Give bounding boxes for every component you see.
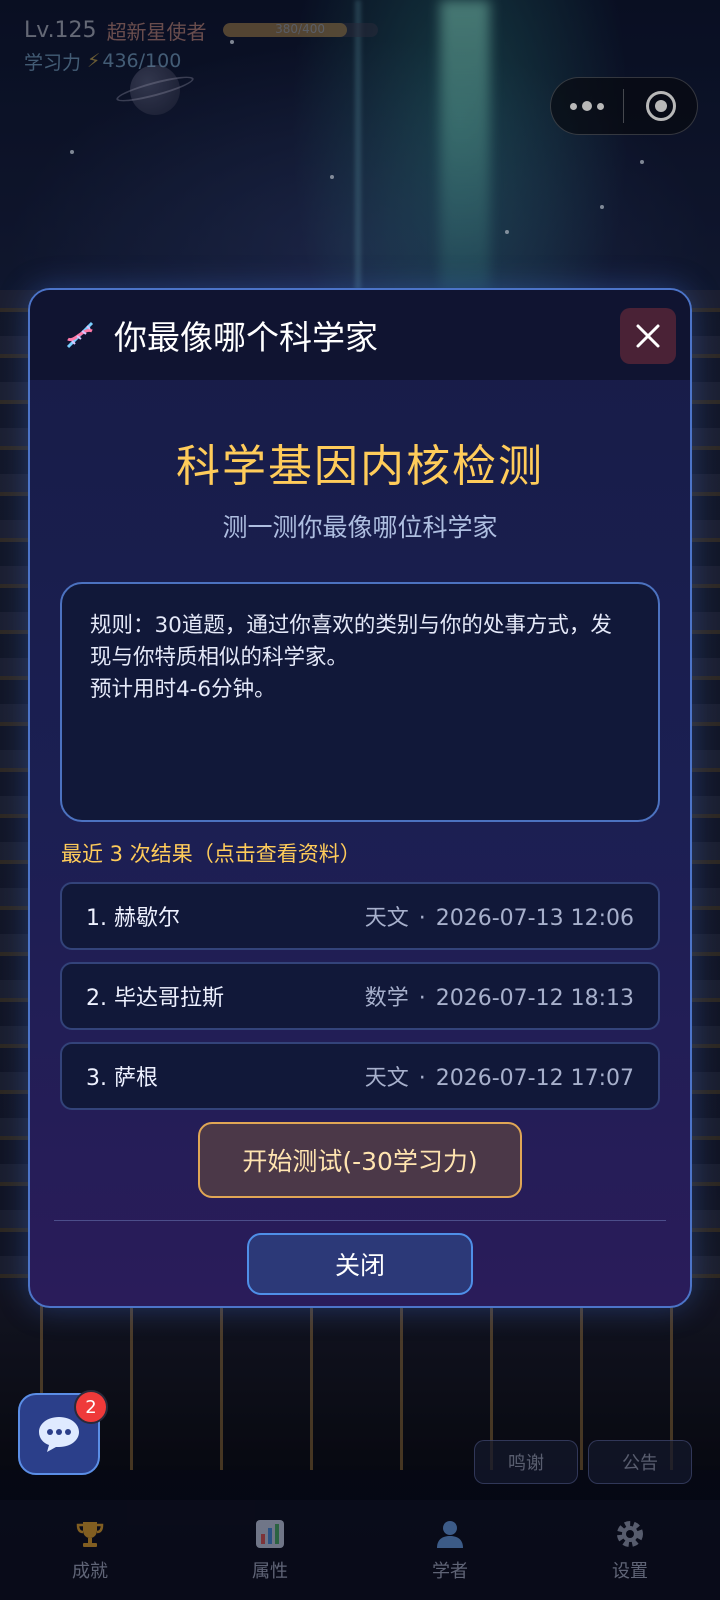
rules-box: 规则：30道题，通过你喜欢的类别与你的处事方式，发现与你特质相似的科学家。 预计… [60,582,660,822]
nav-item-attributes[interactable]: 属性 [180,1500,360,1600]
result-scientist-name: 1. 赫歇尔 [86,906,180,931]
unread-badge: 2 [74,1390,108,1424]
dialog-header: 你最像哪个科学家 [30,290,690,380]
close-button[interactable]: 关闭 [247,1233,473,1295]
rules-duration: 预计用时4-6分钟。 [90,677,276,702]
dialog-title: 你最像哪个科学家 [114,318,378,357]
dna-icon [66,321,94,349]
person-icon [433,1517,467,1551]
quiz-subheading: 测一测你最像哪位科学家 [222,513,498,542]
result-meta: 天文 · 2026-07-13 12:06 [364,906,634,931]
rules-text: 规则：30道题，通过你喜欢的类别与你的处事方式，发现与你特质相似的科学家。 [90,613,612,670]
nav-item-scholars[interactable]: 学者 [360,1500,540,1600]
gear-icon [613,1517,647,1551]
scientist-quiz-dialog: 你最像哪个科学家 科学基因内核检测 测一测你最像哪位科学家 规则：30道题，通过… [28,288,692,1308]
trophy-icon [73,1517,107,1551]
nav-label: 属性 [252,1561,288,1582]
nav-item-settings[interactable]: 设置 [540,1500,720,1600]
recent-results-label: 最近 3 次结果（点击查看资料） [61,842,361,866]
chat-bubble-icon [39,1417,79,1452]
recent-results-list: 1. 赫歇尔 天文 · 2026-07-13 12:06 2. 毕达哥拉斯 数学 · 2… [60,882,660,1110]
result-meta: 数学 · 2026-07-12 18:13 [364,986,634,1011]
nav-label: 设置 [612,1561,648,1582]
quiz-heading: 科学基因内核检测 [176,441,544,492]
bar-chart-icon [253,1517,287,1551]
thanks-button[interactable]: 鸣谢 [474,1440,578,1484]
result-meta: 天文 · 2026-07-12 17:07 [364,1066,634,1091]
dialog-divider [54,1220,666,1221]
nav-label: 成就 [72,1561,108,1582]
close-icon [636,324,660,348]
result-item[interactable]: 2. 毕达哥拉斯 数学 · 2026-07-12 18:13 [60,962,660,1030]
start-quiz-button[interactable]: 开始测试(-30学习力) [198,1122,522,1198]
dialog-close-button[interactable] [620,308,676,364]
result-item[interactable]: 1. 赫歇尔 天文 · 2026-07-13 12:06 [60,882,660,950]
result-scientist-name: 3. 萨根 [86,1066,158,1091]
bottom-nav: 成就 属性 学者 设置 [0,1500,720,1600]
result-scientist-name: 2. 毕达哥拉斯 [86,986,224,1011]
notice-button[interactable]: 公告 [588,1440,692,1484]
result-item[interactable]: 3. 萨根 天文 · 2026-07-12 17:07 [60,1042,660,1110]
nav-label: 学者 [432,1561,468,1582]
nav-item-achievements[interactable]: 成就 [0,1500,180,1600]
